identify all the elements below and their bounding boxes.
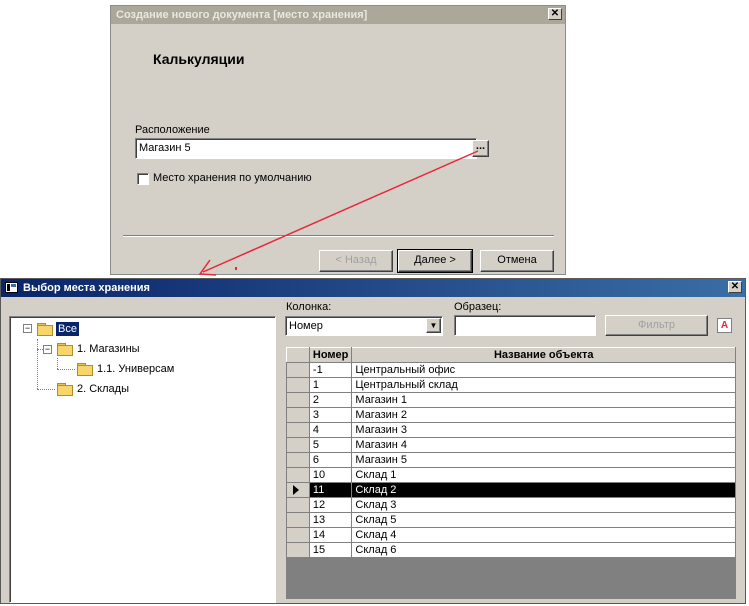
- table-row[interactable]: 6 Магазин 5: [286, 452, 736, 468]
- chevron-down-icon[interactable]: ▼: [426, 318, 441, 333]
- row-indicator[interactable]: [286, 467, 310, 483]
- folder-open-icon: [37, 323, 53, 336]
- cell-number[interactable]: 11: [309, 482, 353, 498]
- row-indicator-header: [286, 347, 310, 363]
- cell-name[interactable]: Склад 1: [351, 467, 736, 483]
- tree-line: [57, 358, 58, 369]
- locations-grid[interactable]: Номер Название объекта -1 Центральный офи…: [286, 347, 736, 599]
- row-indicator[interactable]: [286, 512, 310, 528]
- select-location-dialog: Выбор места хранения ✕ − Все − 1. Магази…: [0, 278, 746, 604]
- tree-item-warehouses[interactable]: 2. Склады: [75, 382, 131, 396]
- cell-name[interactable]: Магазин 3: [351, 422, 736, 438]
- cell-name[interactable]: Центральный офис: [351, 362, 736, 378]
- cell-name[interactable]: Магазин 4: [351, 437, 736, 453]
- tree-line: [37, 339, 38, 389]
- sample-input[interactable]: [454, 315, 596, 336]
- cell-number[interactable]: -1: [309, 362, 353, 378]
- tree-item-all[interactable]: Все: [56, 322, 79, 336]
- row-indicator[interactable]: [286, 392, 310, 408]
- cell-number[interactable]: 2: [309, 392, 353, 408]
- cell-number[interactable]: 3: [309, 407, 353, 423]
- table-row[interactable]: -1 Центральный офис: [286, 362, 736, 378]
- cell-number[interactable]: 5: [309, 437, 353, 453]
- table-row[interactable]: 5 Магазин 4: [286, 437, 736, 453]
- collapse-icon[interactable]: −: [23, 324, 32, 333]
- cell-number[interactable]: 1: [309, 377, 353, 393]
- cell-name[interactable]: Центральный склад: [351, 377, 736, 393]
- tree-line: [37, 389, 55, 390]
- select-location-titlebar[interactable]: Выбор места хранения ✕: [1, 279, 745, 297]
- cell-number[interactable]: 12: [309, 497, 353, 513]
- collapse-icon[interactable]: −: [43, 345, 52, 354]
- column-select[interactable]: Номер ▼: [285, 316, 443, 336]
- filter-button[interactable]: Фильтр: [605, 315, 708, 336]
- folder-icon: [57, 343, 73, 356]
- cell-name[interactable]: Склад 5: [351, 512, 736, 528]
- close-icon[interactable]: ✕: [728, 281, 742, 293]
- row-indicator[interactable]: [286, 527, 310, 543]
- sample-label: Образец:: [454, 301, 502, 313]
- table-row[interactable]: 13 Склад 5: [286, 512, 736, 528]
- cell-number[interactable]: 6: [309, 452, 353, 468]
- current-row-icon: [292, 485, 299, 495]
- table-row[interactable]: 1 Центральный склад: [286, 377, 736, 393]
- column-header-name[interactable]: Название объекта: [351, 347, 736, 363]
- app-window-icon: [5, 282, 18, 293]
- cell-number[interactable]: 13: [309, 512, 353, 528]
- folder-icon: [77, 363, 93, 376]
- table-row[interactable]: 10 Склад 1: [286, 467, 736, 483]
- column-select-value: Номер: [289, 320, 323, 332]
- table-row[interactable]: 11 Склад 2: [286, 482, 736, 498]
- cell-number[interactable]: 4: [309, 422, 353, 438]
- row-indicator[interactable]: [286, 452, 310, 468]
- table-row[interactable]: 3 Магазин 2: [286, 407, 736, 423]
- cell-number[interactable]: 15: [309, 542, 353, 558]
- column-label: Колонка:: [286, 301, 332, 313]
- cell-name[interactable]: Магазин 1: [351, 392, 736, 408]
- table-row[interactable]: 12 Склад 3: [286, 497, 736, 513]
- clear-filter-icon[interactable]: A: [717, 318, 732, 333]
- cell-name[interactable]: Склад 3: [351, 497, 736, 513]
- cell-number[interactable]: 14: [309, 527, 353, 543]
- tree-line: [57, 369, 75, 370]
- tree-item-shops[interactable]: 1. Магазины: [75, 342, 142, 356]
- cell-number[interactable]: 10: [309, 467, 353, 483]
- row-indicator[interactable]: [286, 362, 310, 378]
- row-indicator[interactable]: [286, 437, 310, 453]
- cell-name[interactable]: Склад 6: [351, 542, 736, 558]
- cell-name[interactable]: Склад 2: [351, 482, 736, 498]
- row-indicator[interactable]: [286, 482, 310, 498]
- table-row[interactable]: 14 Склад 4: [286, 527, 736, 543]
- row-indicator[interactable]: [286, 407, 310, 423]
- column-header-number[interactable]: Номер: [308, 347, 353, 363]
- select-location-title: Выбор места хранения: [23, 282, 150, 294]
- folder-icon: [57, 383, 73, 396]
- row-indicator[interactable]: [286, 377, 310, 393]
- row-indicator[interactable]: [286, 497, 310, 513]
- table-row[interactable]: 15 Склад 6: [286, 542, 736, 558]
- tree-content: − Все − 1. Магазины 1.1. Универсам 2. Ск…: [11, 318, 275, 600]
- cell-name[interactable]: Магазин 5: [351, 452, 736, 468]
- cell-name[interactable]: Магазин 2: [351, 407, 736, 423]
- row-indicator[interactable]: [286, 422, 310, 438]
- row-indicator[interactable]: [286, 542, 310, 558]
- tree-item-supermarket[interactable]: 1.1. Универсам: [95, 362, 176, 376]
- cell-name[interactable]: Склад 4: [351, 527, 736, 543]
- table-row[interactable]: 4 Магазин 3: [286, 422, 736, 438]
- table-row[interactable]: 2 Магазин 1: [286, 392, 736, 408]
